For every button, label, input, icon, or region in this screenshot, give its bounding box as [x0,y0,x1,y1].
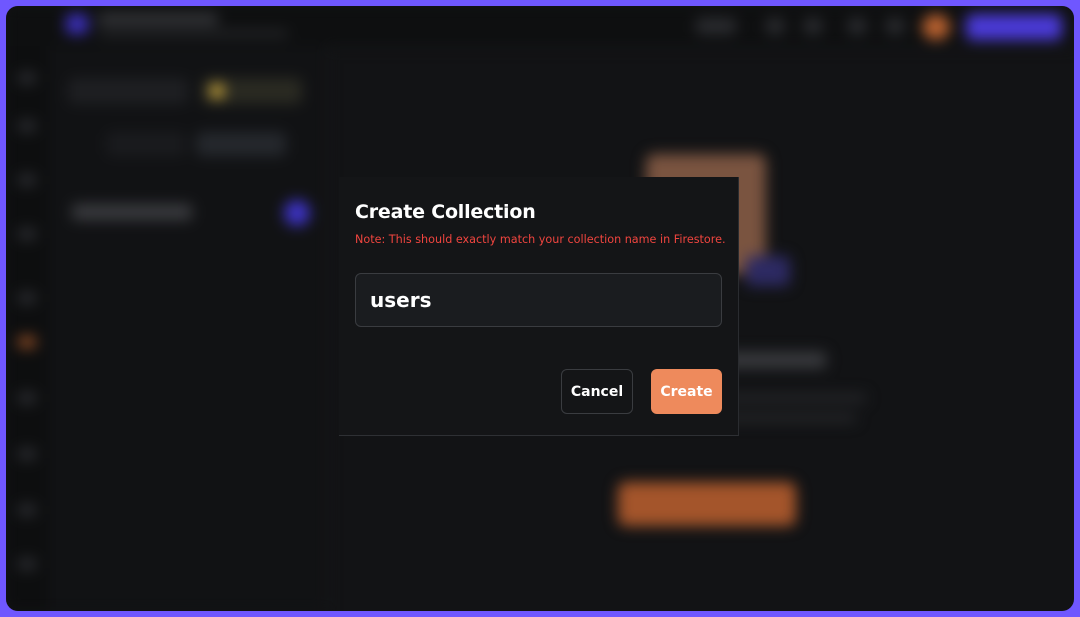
topbar-control [696,18,736,34]
create-button[interactable]: Create [651,369,722,414]
dialog-title: Create Collection [355,201,536,223]
segment-control [106,132,186,156]
topbar-icon [766,18,784,34]
collections-heading-placeholder [72,204,192,220]
rail-icon [18,448,36,460]
rail-icon [18,558,36,570]
icon-rail [6,46,49,611]
topbar-icon [848,18,866,34]
collection-name-input[interactable] [355,273,722,327]
avatar [922,14,950,40]
project-title-placeholder [98,14,218,24]
rail-icon [18,292,36,304]
empty-state-button [618,482,796,526]
app-logo-icon [66,14,88,34]
create-collection-dialog: Create Collection Note: This should exac… [339,177,739,436]
panel-tab [68,78,188,104]
firebase-icon [210,84,224,98]
empty-state-illustration-accent [746,256,790,286]
rail-icon [18,174,36,186]
rail-icon-active [18,336,36,348]
dialog-note: Note: This should exactly match your col… [355,233,726,246]
topbar-cta-button [966,14,1062,40]
topbar-icon [804,18,822,34]
rail-icon [18,392,36,404]
rail-icon [18,72,36,84]
rail-icon [18,120,36,132]
add-icon [284,200,310,226]
app-window: Create Collection Note: This should exac… [6,6,1074,611]
project-subtitle-placeholder [98,30,288,37]
cancel-button[interactable]: Cancel [561,369,633,414]
segment-control-active [196,132,286,156]
rail-icon [18,504,36,516]
collections-panel [48,46,327,611]
topbar-icon [886,18,904,34]
top-bar [6,6,1074,47]
rail-icon [18,228,36,240]
